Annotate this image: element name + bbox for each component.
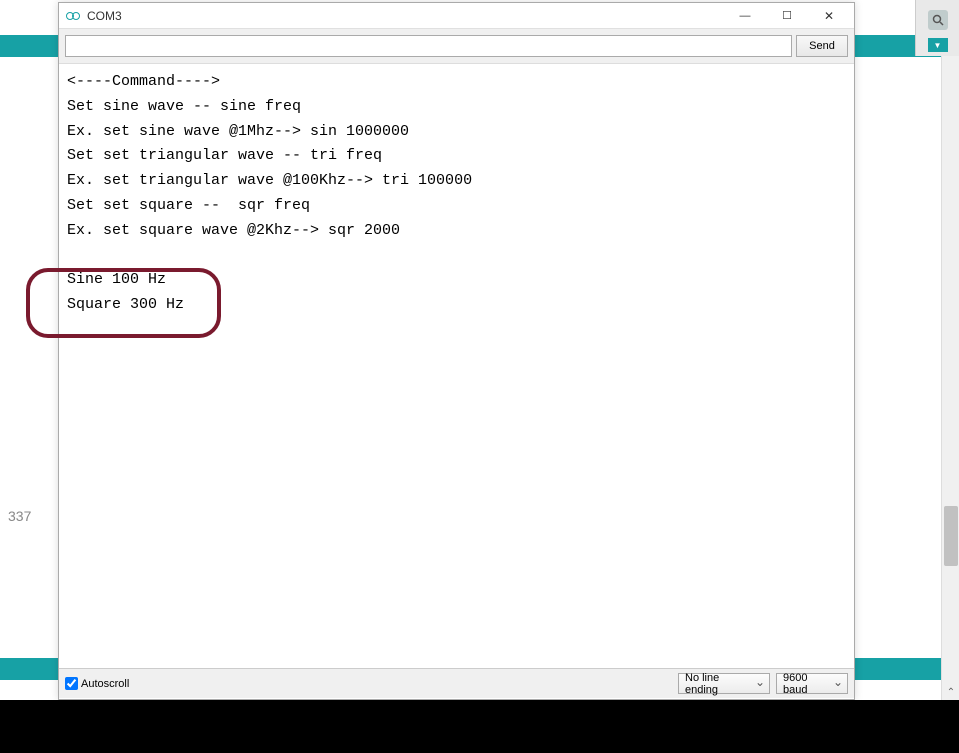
scrollbar-down-arrow[interactable]: ⌃: [942, 687, 959, 698]
output-line: Ex. set sine wave @1Mhz--> sin 1000000: [67, 123, 409, 140]
output-line: Sine 100 Hz: [67, 271, 166, 288]
window-title: COM3: [87, 9, 724, 23]
bottom-toolbar: Autoscroll No line ending 9600 baud: [59, 668, 854, 698]
close-button[interactable]: [808, 4, 850, 28]
output-line: Set sine wave -- sine freq: [67, 98, 301, 115]
titlebar: COM3: [59, 3, 854, 29]
autoscroll-checkbox[interactable]: Autoscroll: [65, 677, 129, 690]
ide-dropdown-icon[interactable]: ▼: [928, 38, 948, 52]
output-line: Ex. set triangular wave @100Khz--> tri 1…: [67, 172, 472, 189]
output-line: <----Command---->: [67, 73, 220, 90]
serial-output[interactable]: <----Command----> Set sine wave -- sine …: [59, 64, 854, 668]
input-row: Send: [59, 29, 854, 64]
maximize-button[interactable]: [766, 4, 808, 28]
output-line: Ex. set square wave @2Khz--> sqr 2000: [67, 222, 400, 239]
output-line: Square 300 Hz: [67, 296, 184, 313]
serial-input[interactable]: [65, 35, 792, 57]
arduino-icon: [63, 9, 83, 23]
line-ending-dropdown[interactable]: No line ending: [678, 673, 770, 694]
scrollbar-thumb[interactable]: [944, 506, 958, 566]
background-line-number: 337: [8, 508, 31, 524]
window-controls: [724, 4, 850, 28]
baud-rate-dropdown[interactable]: 9600 baud: [776, 673, 848, 694]
send-button[interactable]: Send: [796, 35, 848, 57]
baud-rate-value: 9600 baud: [783, 672, 829, 696]
line-ending-value: No line ending: [685, 672, 751, 696]
ide-console-bg: [0, 700, 959, 753]
output-line: Set set triangular wave -- tri freq: [67, 147, 382, 164]
serial-monitor-window: COM3 Send <----Command----> Set sine wav…: [58, 2, 855, 700]
ide-right-panel: ▼: [915, 0, 959, 56]
autoscroll-input[interactable]: [65, 677, 78, 690]
page-scrollbar[interactable]: ⌃: [941, 56, 959, 700]
autoscroll-label: Autoscroll: [81, 678, 129, 690]
output-line: Set set square -- sqr freq: [67, 197, 310, 214]
minimize-button[interactable]: [724, 4, 766, 28]
serial-monitor-icon[interactable]: [928, 10, 948, 30]
